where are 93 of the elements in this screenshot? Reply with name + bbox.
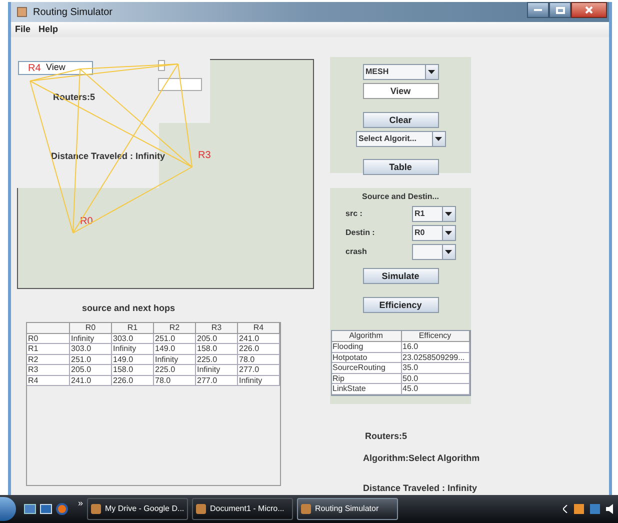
simulate-button[interactable]: Simulate [362, 268, 438, 284]
table-cell: 226.0 [238, 344, 280, 354]
table-cell: 78.0 [154, 376, 196, 386]
field-label: crash [346, 246, 367, 258]
table-cell: 205.0 [70, 365, 112, 376]
row-header: R0 [27, 334, 70, 344]
table-cell: 205.0 [196, 334, 238, 344]
chevron-icon[interactable] [563, 505, 568, 513]
table-cell: 277.0 [238, 365, 280, 376]
taskbar-button[interactable]: Document1 - Micro... [192, 498, 294, 520]
panel-title: Source and Destin... [362, 191, 439, 203]
routers-label: Routers:5 [365, 430, 408, 442]
clear-button[interactable]: Clear [362, 112, 438, 128]
column-header: R1 [112, 322, 154, 334]
row-header: R4 [27, 376, 70, 386]
row-header: R1 [27, 344, 70, 354]
table-cell: 50.0 [402, 374, 470, 384]
column-header: R3 [196, 322, 238, 334]
overflow-button[interactable]: » [78, 497, 84, 510]
table-cell: 251.0 [154, 334, 196, 344]
table-cell: 226.0 [112, 376, 154, 386]
taskbar-button[interactable]: Routing Simulator [297, 498, 398, 520]
row-header: R2 [27, 354, 70, 365]
table-cell: 158.0 [112, 365, 154, 376]
table-cell: 225.0 [196, 354, 238, 365]
start-button[interactable] [0, 497, 16, 521]
table-cell: SourceRouting [332, 363, 402, 374]
table-cell: 241.0 [238, 334, 280, 344]
table-cell: Infinity [154, 354, 196, 365]
caret-icon [442, 226, 454, 240]
table-cell: LinkState [332, 384, 402, 394]
column-header: R0 [70, 322, 112, 334]
app-icon [91, 504, 102, 514]
close-button[interactable] [571, 2, 607, 18]
table-cell: Infinity [196, 365, 238, 376]
column-header: R4 [238, 322, 280, 334]
table-cell: Flooding [332, 342, 402, 352]
caret-icon [432, 132, 444, 146]
column-header: Efficency [402, 331, 470, 342]
table-cell: 277.0 [196, 376, 238, 386]
menu-item[interactable]: Help [38, 22, 58, 36]
table-cell: 251.0 [70, 354, 112, 365]
router-select[interactable]: R0 [412, 225, 456, 241]
router-select[interactable]: R1 [412, 206, 456, 222]
efficiency-button[interactable]: Efficiency [362, 297, 438, 313]
table-cell: 149.0 [112, 354, 154, 365]
table-cell: Rip [332, 374, 402, 384]
topology-select[interactable]: MESH [362, 64, 438, 80]
router-select[interactable] [412, 244, 456, 260]
algorithm-select[interactable]: Select Algorit... [356, 131, 446, 147]
table-cell: 303.0 [70, 344, 112, 354]
table-cell: 45.0 [402, 384, 470, 394]
caret-icon [442, 245, 454, 259]
speaker-icon[interactable] [606, 504, 614, 514]
window-icon[interactable] [40, 504, 52, 514]
algorithm-label: Algorithm:Select Algorithm [363, 452, 481, 465]
taskbar-button[interactable]: My Drive - Google D... [87, 498, 188, 520]
table-cell: 16.0 [402, 342, 470, 352]
table-cell: Infinity [70, 334, 112, 344]
table-cell: 158.0 [196, 344, 238, 354]
table-cell: 35.0 [402, 363, 470, 374]
distance-label: Distance Traveled : Infinity [363, 482, 478, 495]
table-cell: 225.0 [154, 365, 196, 376]
globe-icon[interactable] [56, 503, 68, 515]
close-icon [585, 6, 593, 14]
table-cell: Hotpotato [332, 352, 402, 363]
table-cell: 241.0 [70, 376, 112, 386]
table-cell: 149.0 [154, 344, 196, 354]
table-cell: 23.0258509299... [402, 352, 470, 363]
table-cell: Infinity [112, 344, 154, 354]
window-title: Routing Simulator [33, 6, 112, 20]
row-header: R3 [27, 365, 70, 376]
table-cell: 303.0 [112, 334, 154, 344]
table-button[interactable]: Table [362, 159, 438, 175]
table-title: source and next hops [82, 302, 176, 315]
view-field[interactable]: View [362, 83, 438, 99]
caret-icon [442, 207, 454, 221]
router-label: R3 [198, 151, 211, 161]
maximize-button[interactable] [549, 2, 571, 18]
menu-item[interactable]: File [15, 22, 31, 36]
field-label: Destin : [346, 227, 375, 239]
table-cell: 78.0 [238, 354, 280, 365]
field-label: src : [346, 208, 362, 220]
caret-icon [424, 65, 438, 79]
router-label: R4 [28, 64, 41, 74]
input-field[interactable] [158, 78, 202, 91]
app-icon [301, 504, 312, 514]
table-cell: Infinity [238, 376, 280, 386]
app-icon [196, 504, 206, 514]
column-header: R2 [154, 322, 196, 334]
app-icon [17, 7, 27, 18]
column-header: Algorithm [332, 331, 402, 342]
minimize-button[interactable] [527, 2, 549, 18]
